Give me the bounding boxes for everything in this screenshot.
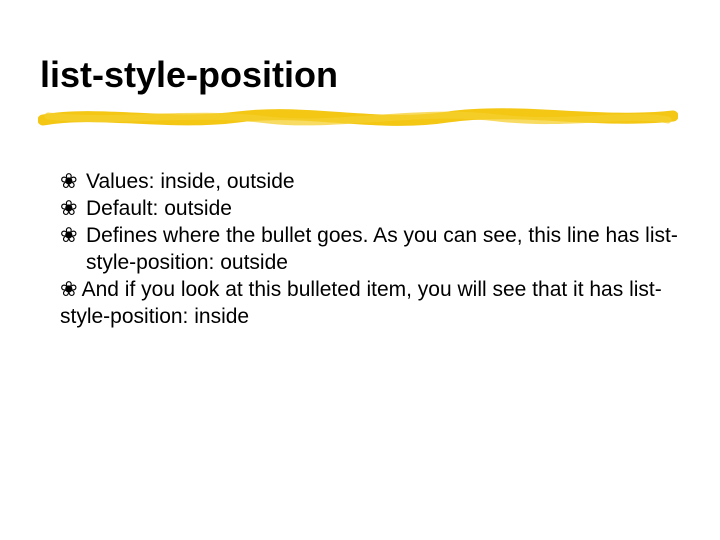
slide-body: ❀ Values: inside, outside ❀ Default: out…	[60, 168, 680, 330]
list-item: ❀ Default: outside	[60, 195, 680, 222]
list-item-text: Default: outside	[86, 197, 232, 220]
bullet-icon: ❀	[60, 278, 78, 301]
bullet-icon: ❀	[60, 195, 78, 222]
list-item: ❀ Defines where the bullet goes. As you …	[60, 222, 680, 276]
slide-title: list-style-position	[40, 54, 338, 96]
list-item: ❀And if you look at this bulleted item, …	[60, 276, 680, 330]
list-item-text: And if you look at this bulleted item, y…	[60, 278, 662, 328]
list-item: ❀ Values: inside, outside	[60, 168, 680, 195]
title-underline	[38, 102, 678, 132]
bullet-icon: ❀	[60, 222, 78, 249]
list-item-text: Defines where the bullet goes. As you ca…	[86, 224, 678, 274]
list-item-text: Values: inside, outside	[86, 170, 295, 193]
bullet-icon: ❀	[60, 168, 78, 195]
slide: list-style-position ❀ Values: inside, ou…	[0, 0, 720, 540]
